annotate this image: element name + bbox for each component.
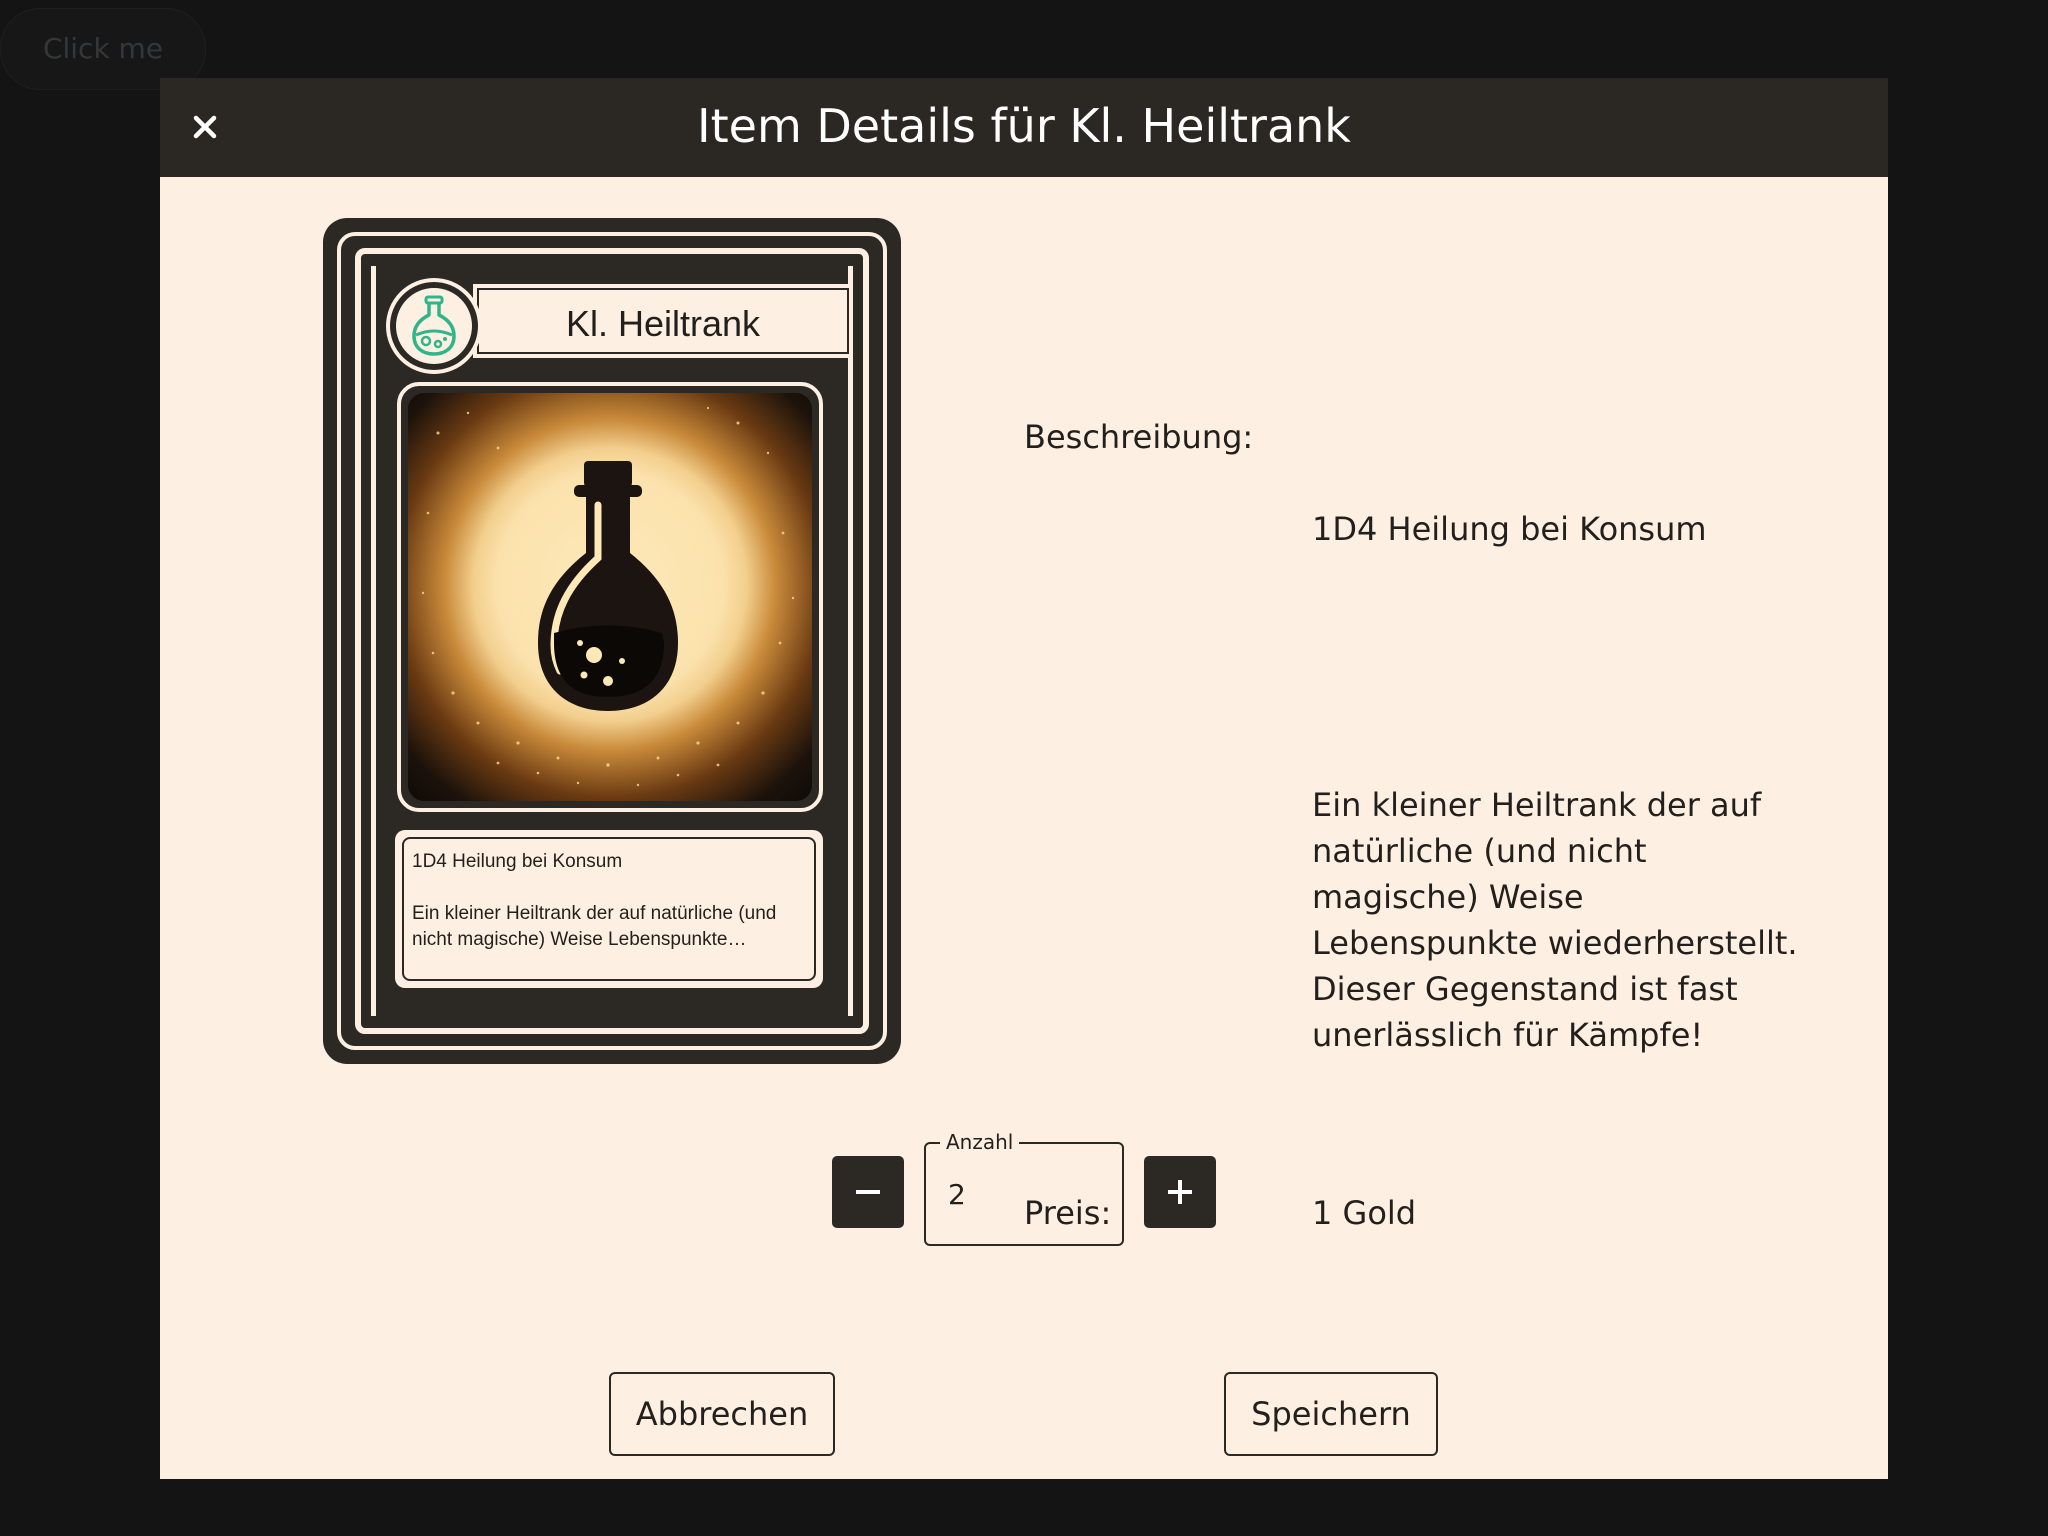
quantity-label: Anzahl — [940, 1130, 1020, 1154]
description-short: 1D4 Heilung bei Konsum — [1312, 510, 1707, 548]
dialog-title: Item Details für Kl. Heiltrank — [697, 99, 1351, 153]
description-row: Beschreibung: 1D4 Heilung bei Konsum Ein… — [1024, 414, 1844, 1150]
description-label: Beschreibung: — [1024, 418, 1254, 456]
card-icon-badge — [386, 278, 482, 374]
item-details-dialog: Item Details für Kl. Heiltrank Kl. Heilt… — [160, 78, 1888, 1479]
cancel-button[interactable]: Abbrechen — [609, 1372, 835, 1456]
potion-icon — [412, 295, 456, 356]
quantity-input[interactable] — [948, 1174, 1098, 1214]
plus-icon — [1168, 1180, 1192, 1204]
item-details: Beschreibung: 1D4 Heilung bei Konsum Ein… — [1024, 414, 1844, 1236]
dialog-header: Item Details für Kl. Heiltrank — [160, 78, 1888, 177]
decrement-button[interactable] — [832, 1156, 904, 1228]
card-title: Kl. Heiltrank — [477, 288, 849, 354]
card-image-frame — [397, 382, 823, 812]
price-value: 1 Gold — [1312, 1194, 1417, 1232]
card-short-text: 1D4 Heilung bei Konsum — [412, 851, 623, 872]
description-long: Ein kleiner Heiltrank der auf natürliche… — [1312, 786, 1798, 1054]
quantity-field: Anzahl — [924, 1130, 1124, 1246]
potion-bottle-illustration — [408, 393, 812, 801]
minus-icon — [856, 1190, 880, 1194]
save-button[interactable]: Speichern — [1224, 1372, 1438, 1456]
card-long-text: Ein kleiner Heiltrank der auf natürliche… — [412, 903, 777, 950]
card-title-box: Kl. Heiltrank — [473, 284, 853, 358]
increment-button[interactable] — [1144, 1156, 1216, 1228]
card-text-box: 1D4 Heilung bei Konsum Ein kleiner Heilt… — [395, 830, 823, 988]
item-card: Kl. Heiltrank 1D4 Heilung bei Konsum Ein… — [323, 218, 901, 1064]
